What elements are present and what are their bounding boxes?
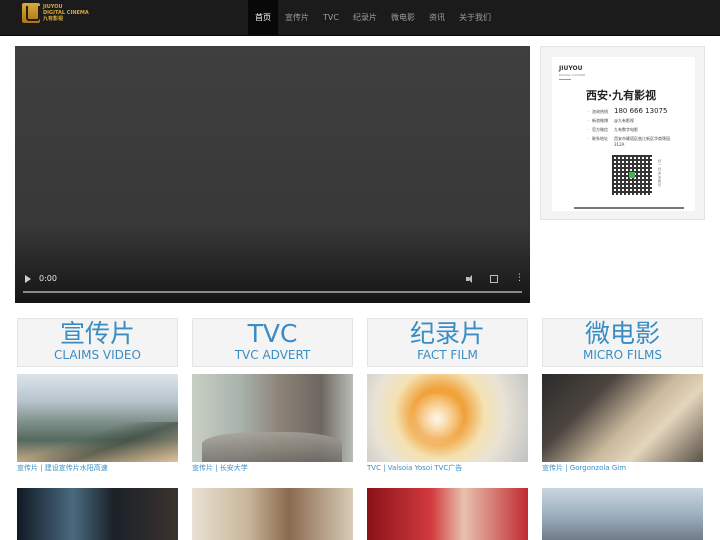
top-navbar: JIUYOU DIGITAL CINEMA 九有影视 首页 宣传片 TVC 纪录… xyxy=(0,0,720,36)
card-row-weibo: · 新浪微博 @九有影视 xyxy=(588,118,634,123)
video-thumbnail[interactable] xyxy=(367,488,528,540)
card-row-value: 180 666 13075 xyxy=(614,107,668,115)
card-row-key: 官方微信 xyxy=(592,127,608,132)
site-logo[interactable]: JIUYOU DIGITAL CINEMA 九有影视 xyxy=(22,3,92,31)
video-time: 0:00 xyxy=(39,274,57,283)
nav-item-claims-video[interactable]: 宣传片 xyxy=(278,0,316,36)
card-row-value: @九有影视 xyxy=(614,118,634,123)
card-row-value: 西安市雁塔区曲江新区华商锦园312A xyxy=(614,136,670,147)
video-caption-link[interactable]: 宣传片 | 长安大学 xyxy=(192,463,357,473)
card-bottom-bar xyxy=(574,207,684,209)
video-caption-link[interactable]: 宣传片 | Gorgonzola Gim xyxy=(542,463,707,473)
category-title-en: CLAIMS VIDEO xyxy=(54,348,141,362)
card-row-value: 九有数字电影 xyxy=(614,127,638,132)
card-info-list: · 咨询热线 180 666 13075 · 新浪微博 @九有影视 · 官方微信… xyxy=(588,107,692,148)
card-brand-sub: DIGITAL CULTURE xyxy=(559,73,586,77)
card-brand: JIUYOU xyxy=(559,65,583,72)
video-player[interactable]: 0:00 ⋮ xyxy=(15,46,530,303)
play-icon[interactable] xyxy=(25,275,31,283)
category-title-cn: 纪录片 xyxy=(409,319,485,348)
video-caption-link[interactable]: 宣传片 | 建设宣传片水阳高速 xyxy=(17,463,182,473)
category-title-en: FACT FILM xyxy=(417,348,478,362)
category-title-en: MICRO FILMS xyxy=(583,348,662,362)
video-caption-link[interactable]: TVC | Valsoia Yosoi TVC广告 xyxy=(367,463,532,473)
category-claims-video[interactable]: 宣传片 CLAIMS VIDEO xyxy=(17,318,178,367)
contact-card-panel: JIUYOU DIGITAL CULTURE 西安·九有影视 · 咨询热线 18… xyxy=(540,46,705,220)
card-divider xyxy=(559,79,571,80)
card-row-address: · 联系地址 西安市雁塔区曲江新区华商锦园312A xyxy=(588,134,692,148)
nav-item-home[interactable]: 首页 xyxy=(248,0,278,36)
video-thumbnail[interactable] xyxy=(542,488,703,540)
nav-item-micro-film[interactable]: 微电影 xyxy=(384,0,422,36)
logo-emblem-icon xyxy=(22,3,40,23)
nav-item-tvc[interactable]: TVC xyxy=(316,0,346,36)
video-thumbnail[interactable] xyxy=(192,374,353,462)
logo-line-3: 九有影视 xyxy=(43,16,64,22)
card-title: 西安·九有影视 xyxy=(586,89,657,102)
volume-icon[interactable] xyxy=(466,275,474,283)
card-row-wechat: · 官方微信 九有数字电影 xyxy=(588,127,638,132)
card-row-key: 新浪微博 xyxy=(592,118,608,123)
category-title-cn: 微电影 xyxy=(584,319,660,348)
video-thumbnail[interactable] xyxy=(192,488,353,540)
nav-item-documentary[interactable]: 纪录片 xyxy=(346,0,384,36)
card-row-key: 咨询热线 xyxy=(592,109,608,114)
video-progress-bar[interactable] xyxy=(23,291,522,293)
video-thumbnail[interactable] xyxy=(17,488,178,540)
main-nav: 首页 宣传片 TVC 纪录片 微电影 资讯 关于我们 xyxy=(248,0,498,36)
nav-item-about-us[interactable]: 关于我们 xyxy=(452,0,498,36)
video-thumbnail[interactable] xyxy=(17,374,178,462)
category-documentary[interactable]: 纪录片 FACT FILM xyxy=(367,318,528,367)
qr-caption: 扫一扫关注我们 xyxy=(658,159,662,187)
video-thumbnail[interactable] xyxy=(542,374,703,462)
category-tvc[interactable]: TVC TVC ADVERT xyxy=(192,318,353,367)
nav-item-news[interactable]: 资讯 xyxy=(422,0,452,36)
more-options-icon[interactable]: ⋮ xyxy=(515,274,524,283)
fullscreen-icon[interactable] xyxy=(490,275,498,283)
category-title-cn: 宣传片 xyxy=(59,319,135,348)
video-thumbnail[interactable] xyxy=(367,374,528,462)
category-title-cn: TVC xyxy=(247,319,298,348)
card-row-key: 联系地址 xyxy=(592,136,608,141)
wechat-qr-code xyxy=(612,155,652,195)
card-row-phone: · 咨询热线 180 666 13075 xyxy=(588,107,668,115)
category-micro-films[interactable]: 微电影 MICRO FILMS xyxy=(542,318,703,367)
contact-card: JIUYOU DIGITAL CULTURE 西安·九有影视 · 咨询热线 18… xyxy=(552,57,695,211)
logo-text: JIUYOU DIGITAL CINEMA 九有影视 xyxy=(43,4,89,22)
category-title-en: TVC ADVERT xyxy=(234,348,311,362)
